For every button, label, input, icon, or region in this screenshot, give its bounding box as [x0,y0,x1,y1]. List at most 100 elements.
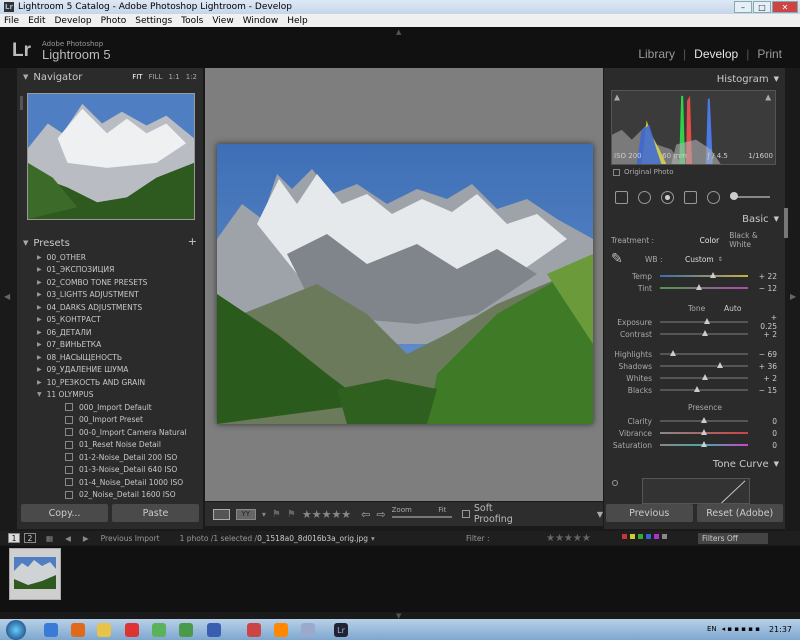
module-library[interactable]: Library [638,47,675,61]
filename-dropdown-icon[interactable]: ▾ [371,534,375,543]
original-photo-checkbox[interactable] [613,168,620,176]
right-panel-scrollbar[interactable] [784,208,788,238]
slider-value[interactable]: 0 [752,429,777,438]
preset-folder[interactable]: ▶ 09_УДАЛЕНИЕ ШУМА [17,364,203,377]
preset-folder[interactable]: ▶ 10_РЕЗКОСТЬ AND GRAIN [17,376,203,389]
slider-value[interactable]: 0 [752,417,777,426]
app-taskbar-icon[interactable] [125,623,139,637]
slider-knob[interactable] [701,374,708,380]
preset-item[interactable]: 01_Reset Noise Detail [17,439,203,452]
toolbar-menu-icon[interactable]: ▼ [597,510,603,519]
target-adjust-icon[interactable] [612,480,618,486]
slider-knob[interactable] [703,318,710,324]
collapse-triangle-icon[interactable]: ▼ [23,73,28,81]
slider-value[interactable]: + 2 [752,330,777,339]
soft-proofing-toggle[interactable]: Soft Proofing [462,503,528,525]
slider-track[interactable] [660,417,748,423]
add-preset-icon[interactable]: + [188,235,197,248]
treatment-color[interactable]: Color [700,236,720,245]
forward-arrow-icon[interactable]: ▶ [83,534,89,543]
rating-stars[interactable]: ★★★★★ [302,508,351,521]
minimize-button[interactable]: – [734,1,752,13]
reset-button[interactable]: Reset (Adobe) [696,504,783,522]
slider-value[interactable]: − 12 [752,284,777,293]
tone-curve-header[interactable]: Tone Curve ▼ [604,455,785,473]
module-print[interactable]: Print [757,47,782,61]
basic-header[interactable]: Basic ▼ [604,210,785,228]
original-photo-toggle[interactable]: Original Photo [613,168,674,176]
nav-fill[interactable]: FILL [149,73,163,81]
preset-folder-open[interactable]: ▼ 11 OLYMPUS [17,389,203,402]
slider-value[interactable]: + 2 [752,374,777,383]
preset-item[interactable]: 01-3-Noise_Detail 640 ISO [17,464,203,477]
slider-knob[interactable] [701,429,707,435]
slider-track[interactable] [660,374,748,380]
taskbar-clock[interactable]: 21:37 [769,625,792,634]
main-photo[interactable] [217,144,593,424]
grid-view-icon[interactable]: ▦ [46,534,53,543]
slider-whites[interactable]: Whites + 2 [611,372,779,384]
collapse-triangle-icon[interactable]: ▼ [23,239,28,247]
histogram-header[interactable]: Histogram ▼ [604,70,785,88]
flag-icon[interactable]: ⚑ [272,509,281,520]
prev-photo-icon[interactable]: ⇦ [361,508,370,521]
ie-taskbar-icon[interactable] [44,623,58,637]
slider-value[interactable]: 0 [752,441,777,450]
preset-folder[interactable]: ▶ 08_НАСЫЩЕНОСТЬ [17,351,203,364]
eyedropper-icon[interactable]: ✎ [611,250,625,268]
shadow-clipping-icon[interactable]: ▲ [614,93,620,102]
menu-settings[interactable]: Settings [135,16,172,26]
slider-track[interactable] [660,284,748,290]
slider-temp[interactable]: Temp + 22 [611,270,779,282]
paste-button[interactable]: Paste [112,504,199,522]
right-panel-arrow-icon[interactable]: ▶ [790,292,796,301]
preset-folder[interactable]: ▶ 02_COMBO TONE PRESETS [17,276,203,289]
previous-button[interactable]: Previous [606,504,693,522]
top-panel-arrow-icon[interactable]: ▲ [396,28,401,36]
red-eye-icon[interactable] [661,190,674,204]
slider-value[interactable]: − 69 [752,350,777,359]
menu-photo[interactable]: Photo [101,16,127,26]
radial-filter-icon[interactable] [707,190,720,204]
nav-fit[interactable]: FIT [132,73,142,81]
excel-taskbar-icon[interactable] [179,623,193,637]
zoom-slider[interactable]: Zoom Fit [391,506,452,522]
slider-track[interactable] [660,350,748,356]
slider-track[interactable] [660,362,748,368]
firefox-taskbar-icon[interactable] [71,623,85,637]
slider-highlights[interactable]: Highlights − 69 [611,348,779,360]
preset-folder[interactable]: ▶ 06_ДЕТАЛИ [17,326,203,339]
slider-tint[interactable]: Tint − 12 [611,282,779,294]
language-indicator[interactable]: EN [707,625,717,633]
left-panel-scrollbar[interactable] [20,96,23,110]
slider-track[interactable] [660,429,748,435]
app-taskbar-icon[interactable] [152,623,166,637]
before-after-view-icon[interactable]: YY [235,508,256,520]
preset-folder[interactable]: ▶ 03_LIGHTS ADJUSTMENT [17,289,203,302]
module-develop[interactable]: Develop [694,47,738,61]
preset-folder[interactable]: ▶ 00_OTHER [17,251,203,264]
lightroom-taskbar-icon[interactable]: Lr [334,623,348,637]
crop-tool-icon[interactable] [615,190,628,204]
left-panel-arrow-icon[interactable]: ◀ [4,292,10,301]
wb-select[interactable]: Custom [685,255,714,264]
filter-stars[interactable]: ★★★★★ [546,533,591,544]
menu-develop[interactable]: Develop [55,16,92,26]
spot-removal-icon[interactable] [638,190,651,204]
slider-track[interactable] [660,318,748,324]
color-label-filters[interactable] [622,534,667,539]
slider-shadows[interactable]: Shadows + 36 [611,360,779,372]
preset-item[interactable]: 00-0_Import Camera Natural [17,426,203,439]
back-arrow-icon[interactable]: ◀ [65,534,71,543]
filename[interactable]: 0_1518a0_8d016b3a_orig.jpg [257,534,368,543]
slider-contrast[interactable]: Contrast + 2 [611,328,779,340]
preset-item[interactable]: 000_Import Default [17,401,203,414]
slider-knob[interactable] [701,417,707,423]
zoom-track[interactable] [391,516,452,518]
menu-window[interactable]: Window [243,16,279,26]
slider-blacks[interactable]: Blacks − 15 [611,384,779,396]
loupe-view-icon[interactable] [213,508,230,520]
soft-proofing-checkbox[interactable] [462,510,470,518]
app-taskbar-icon[interactable] [274,623,288,637]
nav-1to2[interactable]: 1:2 [186,73,197,81]
